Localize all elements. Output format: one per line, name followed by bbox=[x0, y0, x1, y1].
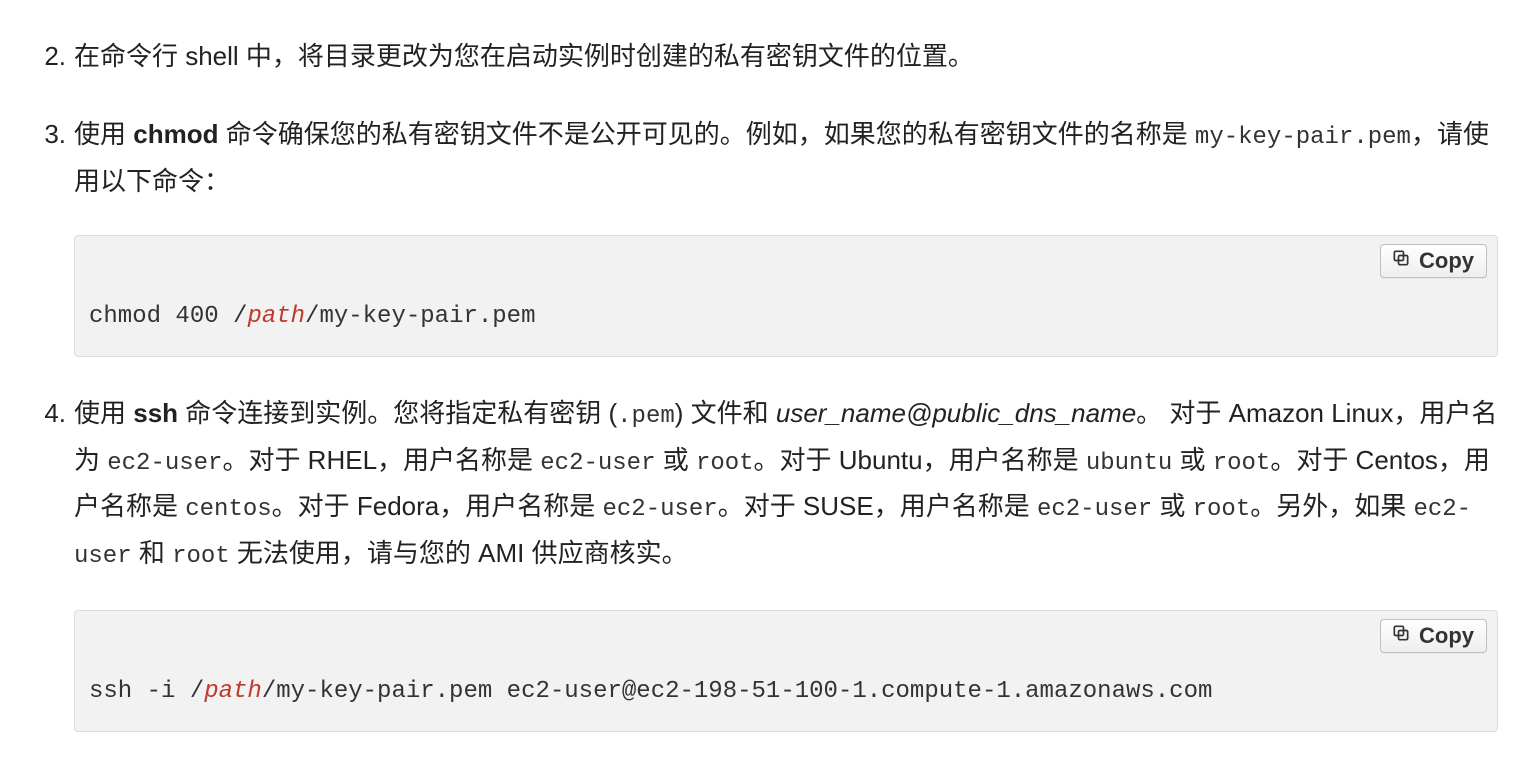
user-root: root bbox=[1193, 496, 1251, 523]
code-chmod[interactable]: chmod 400 /path/my-key-pair.pem bbox=[89, 300, 1483, 334]
code-ssh[interactable]: ssh -i /path/my-key-pair.pem ec2-user@ec… bbox=[89, 675, 1483, 709]
copy-icon bbox=[1391, 623, 1411, 649]
copy-label: Copy bbox=[1419, 248, 1474, 274]
user-root: root bbox=[696, 450, 754, 477]
user-ec2user: ec2-user bbox=[107, 450, 222, 477]
step-3-text: 使用 chmod 命令确保您的私有密钥文件不是公开可见的。例如，如果您的私有密钥… bbox=[74, 119, 1489, 196]
code-block-chmod: Copy chmod 400 /path/my-key-pair.pem bbox=[74, 235, 1498, 357]
userhost-placeholder: user_name@public_dns_name bbox=[776, 398, 1136, 428]
step-3-number: 3. bbox=[30, 112, 66, 156]
user-ubuntu: ubuntu bbox=[1086, 450, 1172, 477]
code-block-ssh: Copy ssh -i /path/my-key-pair.pem ec2-us… bbox=[74, 610, 1498, 732]
step-2: 2. 在命令行 shell 中，将目录更改为您在启动实例时创建的私有密钥文件的位… bbox=[30, 34, 1498, 78]
user-root: root bbox=[172, 543, 230, 570]
chmod-command: chmod bbox=[133, 119, 218, 149]
step-2-text: 在命令行 shell 中，将目录更改为您在启动实例时创建的私有密钥文件的位置。 bbox=[74, 41, 974, 71]
copy-button[interactable]: Copy bbox=[1380, 619, 1487, 653]
replaceable-path: path bbox=[204, 678, 262, 705]
pem-ext: .pem bbox=[617, 403, 675, 430]
copy-label: Copy bbox=[1419, 623, 1474, 649]
step-4: 4. 使用 ssh 命令连接到实例。您将指定私有密钥 (.pem) 文件和 us… bbox=[30, 391, 1498, 732]
replaceable-path: path bbox=[247, 303, 305, 330]
step-4-text: 使用 ssh 命令连接到实例。您将指定私有密钥 (.pem) 文件和 user_… bbox=[74, 398, 1497, 568]
user-ec2user: ec2-user bbox=[540, 450, 655, 477]
instructions-list: 2. 在命令行 shell 中，将目录更改为您在启动实例时创建的私有密钥文件的位… bbox=[0, 34, 1538, 772]
copy-button[interactable]: Copy bbox=[1380, 244, 1487, 278]
ssh-command: ssh bbox=[133, 398, 178, 428]
step-2-number: 2. bbox=[30, 34, 66, 78]
copy-icon bbox=[1391, 248, 1411, 274]
user-ec2user: ec2-user bbox=[1037, 496, 1152, 523]
user-root: root bbox=[1213, 450, 1271, 477]
user-centos: centos bbox=[185, 496, 271, 523]
keyfile-name: my-key-pair.pem bbox=[1195, 124, 1411, 151]
step-4-number: 4. bbox=[30, 391, 66, 435]
user-ec2user: ec2-user bbox=[602, 496, 717, 523]
step-3: 3. 使用 chmod 命令确保您的私有密钥文件不是公开可见的。例如，如果您的私… bbox=[30, 112, 1498, 357]
